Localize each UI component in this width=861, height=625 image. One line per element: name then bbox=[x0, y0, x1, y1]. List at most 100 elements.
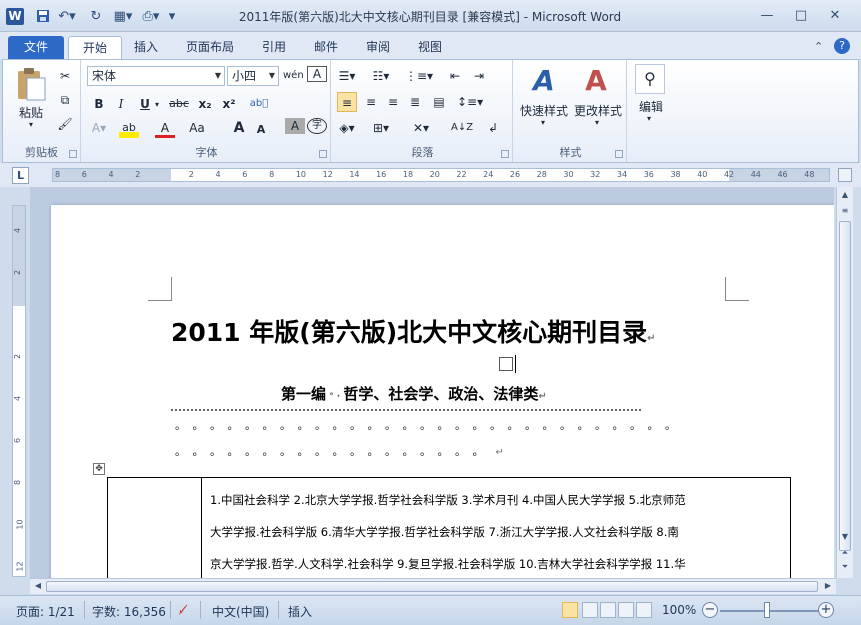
change-styles-dropdown-icon[interactable]: ▾ bbox=[595, 118, 599, 127]
word-count[interactable]: 字数: 16,356 bbox=[92, 603, 166, 620]
proofing-icon[interactable]: ✓̸ bbox=[178, 603, 188, 617]
scroll-left-icon[interactable]: ◀ bbox=[32, 580, 44, 592]
tab-mailings[interactable]: 邮件 bbox=[300, 36, 352, 59]
paste-dropdown-icon[interactable]: ▾ bbox=[29, 120, 33, 129]
copy-icon[interactable]: ⧉ bbox=[55, 90, 75, 110]
draft-view-button[interactable] bbox=[636, 602, 652, 618]
align-center-button[interactable]: ≡ bbox=[361, 92, 381, 112]
strikethrough-button[interactable]: abc bbox=[169, 94, 189, 114]
shrink-font-button[interactable]: A bbox=[251, 120, 271, 140]
horizontal-scrollbar[interactable]: ◀ ▶ bbox=[30, 578, 836, 594]
change-styles-icon[interactable]: A bbox=[579, 64, 613, 98]
bold-button[interactable]: B bbox=[89, 94, 109, 114]
tab-page-layout[interactable]: 页面布局 bbox=[172, 36, 248, 59]
styles-launcher-icon[interactable] bbox=[615, 150, 623, 158]
insert-mode-indicator[interactable]: 插入 bbox=[288, 603, 312, 620]
vertical-ruler[interactable]: 4 2 2 4 6 8 10 12 bbox=[12, 205, 26, 577]
document-title[interactable]: 2011 年版(第六版)北大中文核心期刊目录↵ bbox=[171, 313, 731, 349]
grow-font-button[interactable]: A bbox=[229, 118, 249, 138]
subscript-button[interactable]: x₂ bbox=[195, 94, 215, 114]
quick-styles-dropdown-icon[interactable]: ▾ bbox=[541, 118, 545, 127]
zoom-out-button[interactable]: − bbox=[702, 602, 718, 618]
cut-icon[interactable]: ✂ bbox=[55, 66, 75, 86]
full-screen-view-button[interactable] bbox=[582, 602, 598, 618]
underline-button[interactable]: U bbox=[135, 94, 155, 114]
align-right-button[interactable]: ≡ bbox=[383, 92, 403, 112]
paste-button[interactable]: 粘贴 bbox=[13, 104, 49, 121]
font-color-button[interactable]: A bbox=[155, 118, 175, 138]
decrease-indent-icon[interactable]: ⇤ bbox=[445, 66, 465, 86]
customize-qat-icon[interactable]: ▾ bbox=[166, 9, 178, 25]
redo-icon[interactable]: ↻ bbox=[88, 9, 104, 25]
font-size-combo[interactable]: 小四 ▼ bbox=[227, 66, 279, 86]
paste-icon[interactable] bbox=[15, 66, 47, 102]
bullets-icon[interactable]: ☰▾ bbox=[337, 66, 357, 86]
tab-home[interactable]: 开始 bbox=[68, 36, 123, 59]
increase-indent-icon[interactable]: ⇥ bbox=[469, 66, 489, 86]
quick-styles-icon[interactable]: A bbox=[527, 64, 561, 98]
text-effects-icon[interactable]: A▾ bbox=[89, 118, 109, 138]
horizontal-scroll-thumb[interactable] bbox=[46, 581, 818, 592]
justify-button[interactable]: ≣ bbox=[405, 92, 425, 112]
editing-button[interactable]: 编辑 bbox=[633, 98, 669, 115]
tab-file[interactable]: 文件 bbox=[8, 36, 64, 59]
horizontal-ruler[interactable]: 8 6 4 2 2 4 6 8 10 12 14 16 18 20 22 24 26 28 30 32 34 36 38 40… bbox=[52, 168, 830, 182]
format-painter-icon[interactable]: 🖌 bbox=[55, 114, 75, 134]
close-button[interactable]: ✕ bbox=[822, 6, 848, 26]
align-left-button[interactable]: ≡ bbox=[337, 92, 357, 112]
vertical-scroll-thumb[interactable] bbox=[839, 221, 851, 551]
tab-view[interactable]: 视图 bbox=[404, 36, 456, 59]
clear-format-icon[interactable]: ab⃝ bbox=[249, 94, 269, 114]
zoom-slider-thumb[interactable] bbox=[764, 602, 770, 618]
change-styles-button[interactable]: 更改样式 bbox=[571, 102, 625, 119]
page-indicator[interactable]: 页面: 1/21 bbox=[16, 603, 75, 620]
underline-dropdown-icon[interactable]: ▾ bbox=[155, 100, 159, 109]
collapse-ribbon-icon[interactable]: ⌃ bbox=[814, 40, 823, 53]
editing-dropdown-icon[interactable]: ▾ bbox=[647, 114, 651, 123]
table-move-handle[interactable]: ✥ bbox=[93, 463, 105, 475]
sort-icon[interactable]: A↓Z bbox=[451, 118, 473, 138]
highlight-button[interactable]: ab bbox=[119, 118, 139, 138]
maximize-button[interactable]: □ bbox=[788, 6, 814, 26]
next-page-icon[interactable]: ⏷ bbox=[839, 561, 851, 573]
scroll-down-icon[interactable]: ▼ bbox=[839, 531, 851, 543]
multilevel-list-icon[interactable]: ⋮≡▾ bbox=[405, 66, 433, 86]
scroll-up-icon[interactable]: ▲ bbox=[839, 189, 851, 201]
quick-styles-button[interactable]: 快速样式 bbox=[517, 102, 571, 119]
zoom-level[interactable]: 100% bbox=[662, 603, 696, 617]
document-page[interactable]: 2011 年版(第六版)北大中文核心期刊目录↵ 第一编 ° · 哲学、社会学、政… bbox=[51, 205, 834, 578]
scroll-grip-icon[interactable]: ≡ bbox=[839, 205, 851, 217]
char-border-a-icon[interactable]: A bbox=[307, 66, 327, 82]
print-layout-view-button[interactable] bbox=[562, 602, 578, 618]
prev-page-icon[interactable]: ⏶ bbox=[839, 547, 851, 559]
clipboard-launcher-icon[interactable] bbox=[69, 150, 77, 158]
web-layout-view-button[interactable] bbox=[600, 602, 616, 618]
tab-references[interactable]: 引用 bbox=[248, 36, 300, 59]
undo-icon[interactable]: ↶▾ bbox=[56, 9, 78, 25]
italic-button[interactable]: I bbox=[111, 94, 131, 114]
superscript-button[interactable]: x² bbox=[219, 94, 239, 114]
show-marks-icon[interactable]: ↲ bbox=[483, 118, 503, 138]
binoculars-icon[interactable]: ⚲ bbox=[635, 64, 665, 94]
distributed-button[interactable]: ▤ bbox=[429, 92, 449, 112]
paragraph-launcher-icon[interactable] bbox=[501, 150, 509, 158]
borders-icon[interactable]: ⊞▾ bbox=[371, 118, 391, 138]
vertical-scrollbar[interactable]: ▲ ≡ ▼ ⏶ ⏷ bbox=[836, 187, 853, 578]
line-spacing-icon[interactable]: ↕≡▾ bbox=[457, 92, 483, 112]
tab-review[interactable]: 审阅 bbox=[352, 36, 404, 59]
minimize-button[interactable]: — bbox=[754, 6, 780, 26]
print-icon[interactable]: ⎙▾ bbox=[140, 9, 162, 25]
save-icon[interactable] bbox=[34, 9, 52, 25]
enclose-char-button[interactable]: 字 bbox=[307, 118, 327, 134]
outline-view-button[interactable] bbox=[618, 602, 634, 618]
chinese-layout-icon[interactable]: ✕▾ bbox=[411, 118, 431, 138]
language-indicator[interactable]: 中文(中国) bbox=[212, 603, 269, 620]
tab-insert[interactable]: 插入 bbox=[120, 36, 172, 59]
zoom-in-button[interactable]: + bbox=[818, 602, 834, 618]
scroll-right-icon[interactable]: ▶ bbox=[822, 580, 834, 592]
zoom-slider[interactable] bbox=[720, 610, 820, 612]
change-case-button[interactable]: Aa bbox=[187, 118, 207, 138]
numbering-icon[interactable]: ☷▾ bbox=[371, 66, 391, 86]
char-shading-button[interactable]: A bbox=[285, 118, 305, 134]
font-name-combo[interactable]: 宋体 ▼ bbox=[87, 66, 225, 86]
